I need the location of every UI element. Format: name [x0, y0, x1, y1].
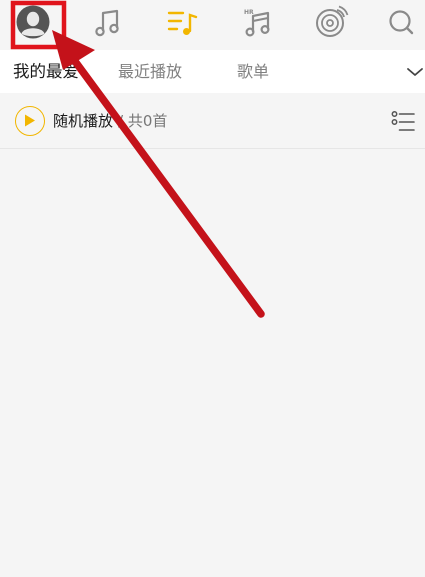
play-icon — [25, 114, 35, 127]
radio-disc-icon[interactable] — [313, 4, 349, 40]
shuffle-play-button[interactable] — [15, 106, 45, 136]
library-tabs: 我的最爱 最近播放 歌单 — [0, 50, 425, 93]
hr-music-icon[interactable]: HR — [240, 4, 276, 40]
shuffle-play-label[interactable]: 随机播放 — [53, 96, 113, 146]
playlist-icon[interactable] — [165, 4, 201, 40]
shuffle-play-bar: 随机播放 / 共0首 — [0, 96, 425, 149]
hr-badge: HR — [244, 9, 254, 16]
avatar-icon[interactable] — [15, 4, 51, 40]
top-nav-bar: HR — [0, 0, 425, 46]
search-icon[interactable] — [384, 4, 420, 40]
tab-recent[interactable]: 最近播放 — [118, 50, 182, 93]
song-count: / 共0首 — [118, 112, 168, 130]
chevron-down-icon[interactable] — [405, 62, 425, 82]
tab-favorites[interactable]: 我的最爱 — [13, 50, 79, 93]
tab-playlists[interactable]: 歌单 — [237, 50, 269, 93]
list-manage-icon[interactable] — [390, 109, 416, 135]
song-list-empty — [0, 149, 425, 577]
music-note-icon[interactable] — [90, 4, 126, 40]
